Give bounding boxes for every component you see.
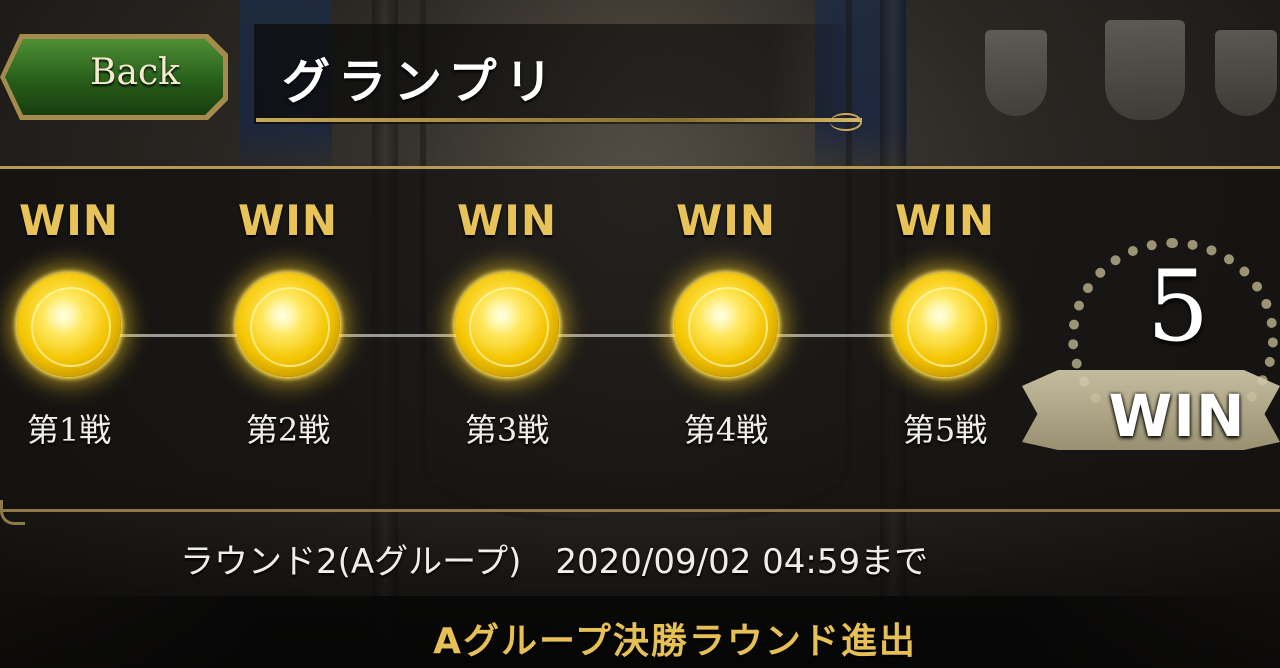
title-underline: [256, 113, 862, 131]
gold-win-coin-icon: [17, 273, 121, 377]
gold-win-coin-icon: [893, 273, 997, 377]
total-wins-count: 5: [1146, 250, 1210, 364]
battle-result: WIN: [18, 196, 120, 245]
advance-status-text: Aグループ決勝ラウンド進出: [433, 621, 917, 662]
battle-label: 第3戦: [464, 411, 550, 449]
battle-4: WIN 第4戦: [661, 196, 791, 451]
round-deadline-text: ラウンド2(Aグループ) 2020/09/02 04:59まで: [180, 542, 929, 582]
shield-icon: [1105, 20, 1185, 120]
total-wins-emblem: 5 WIN: [1022, 220, 1280, 480]
battle-3: WIN 第3戦: [442, 196, 572, 451]
shield-icon: [985, 30, 1047, 116]
total-wins-label: WIN: [1108, 382, 1246, 450]
panel-corner-ornament: [0, 500, 25, 525]
battle-result: WIN: [237, 196, 339, 245]
battle-label: 第5戦: [902, 411, 988, 449]
battle-result: WIN: [675, 196, 777, 245]
battle-result: WIN: [456, 196, 558, 245]
shield-icon: [1215, 30, 1277, 116]
back-button-label[interactable]: Back: [60, 52, 210, 93]
gold-win-coin-icon: [455, 273, 559, 377]
battle-2: WIN 第2戦: [223, 196, 353, 451]
battle-1: WIN 第1戦: [4, 196, 134, 451]
gold-win-coin-icon: [674, 273, 778, 377]
gold-win-coin-icon: [236, 273, 340, 377]
battle-result: WIN: [894, 196, 996, 245]
battle-label: 第2戦: [245, 411, 331, 449]
page-title: グランプリ: [282, 54, 561, 110]
battle-label: 第4戦: [683, 411, 769, 449]
battle-5: WIN 第5戦: [880, 196, 1010, 451]
battle-label: 第1戦: [26, 411, 112, 449]
